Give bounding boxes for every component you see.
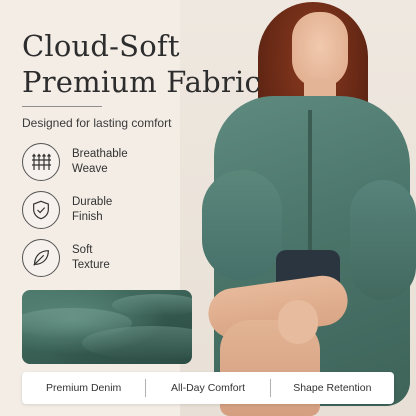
subtitle: Designed for lasting comfort bbox=[22, 116, 172, 130]
feature-label-line: Breathable bbox=[72, 148, 128, 160]
fabric-swatch-image bbox=[22, 290, 192, 364]
feature-label-line: Weave bbox=[72, 163, 108, 175]
page-title: Cloud-Soft Premium Fabric bbox=[22, 28, 261, 100]
model-face bbox=[292, 12, 348, 88]
feature-label-line: Durable bbox=[72, 196, 113, 208]
feature-durable: Durable Finish bbox=[22, 189, 128, 231]
feature-list: Breathable Weave Durable Finish Soft Tex… bbox=[22, 141, 128, 285]
feature-label: Durable Finish bbox=[72, 195, 112, 225]
feature-soft: Soft Texture bbox=[22, 237, 128, 279]
shirt-sleeve-right bbox=[350, 180, 416, 300]
model-hand bbox=[278, 300, 318, 344]
feature-bar: Premium Denim All-Day Comfort Shape Rete… bbox=[22, 372, 394, 404]
shirt-sleeve-left bbox=[202, 170, 282, 280]
shield-check-icon bbox=[22, 191, 60, 229]
breathable-weave-icon bbox=[22, 143, 60, 181]
title-line-1: Cloud-Soft bbox=[22, 29, 180, 63]
feature-label: Breathable Weave bbox=[72, 147, 128, 177]
feature-label: Soft Texture bbox=[72, 243, 110, 273]
fabric-fold bbox=[82, 326, 192, 360]
feature-label-line: Texture bbox=[72, 259, 110, 271]
bar-item-all-day-comfort: All-Day Comfort bbox=[170, 382, 246, 394]
feature-breathable: Breathable Weave bbox=[22, 141, 128, 183]
feature-label-line: Finish bbox=[72, 211, 103, 223]
title-divider bbox=[22, 106, 102, 107]
bar-item-shape-retention: Shape Retention bbox=[293, 382, 372, 394]
feature-label-line: Soft bbox=[72, 244, 93, 256]
leaf-icon bbox=[22, 239, 60, 277]
title-line-2: Premium Fabric bbox=[22, 65, 261, 99]
bar-item-premium-denim: Premium Denim bbox=[46, 382, 122, 394]
fabric-fold bbox=[112, 294, 192, 316]
